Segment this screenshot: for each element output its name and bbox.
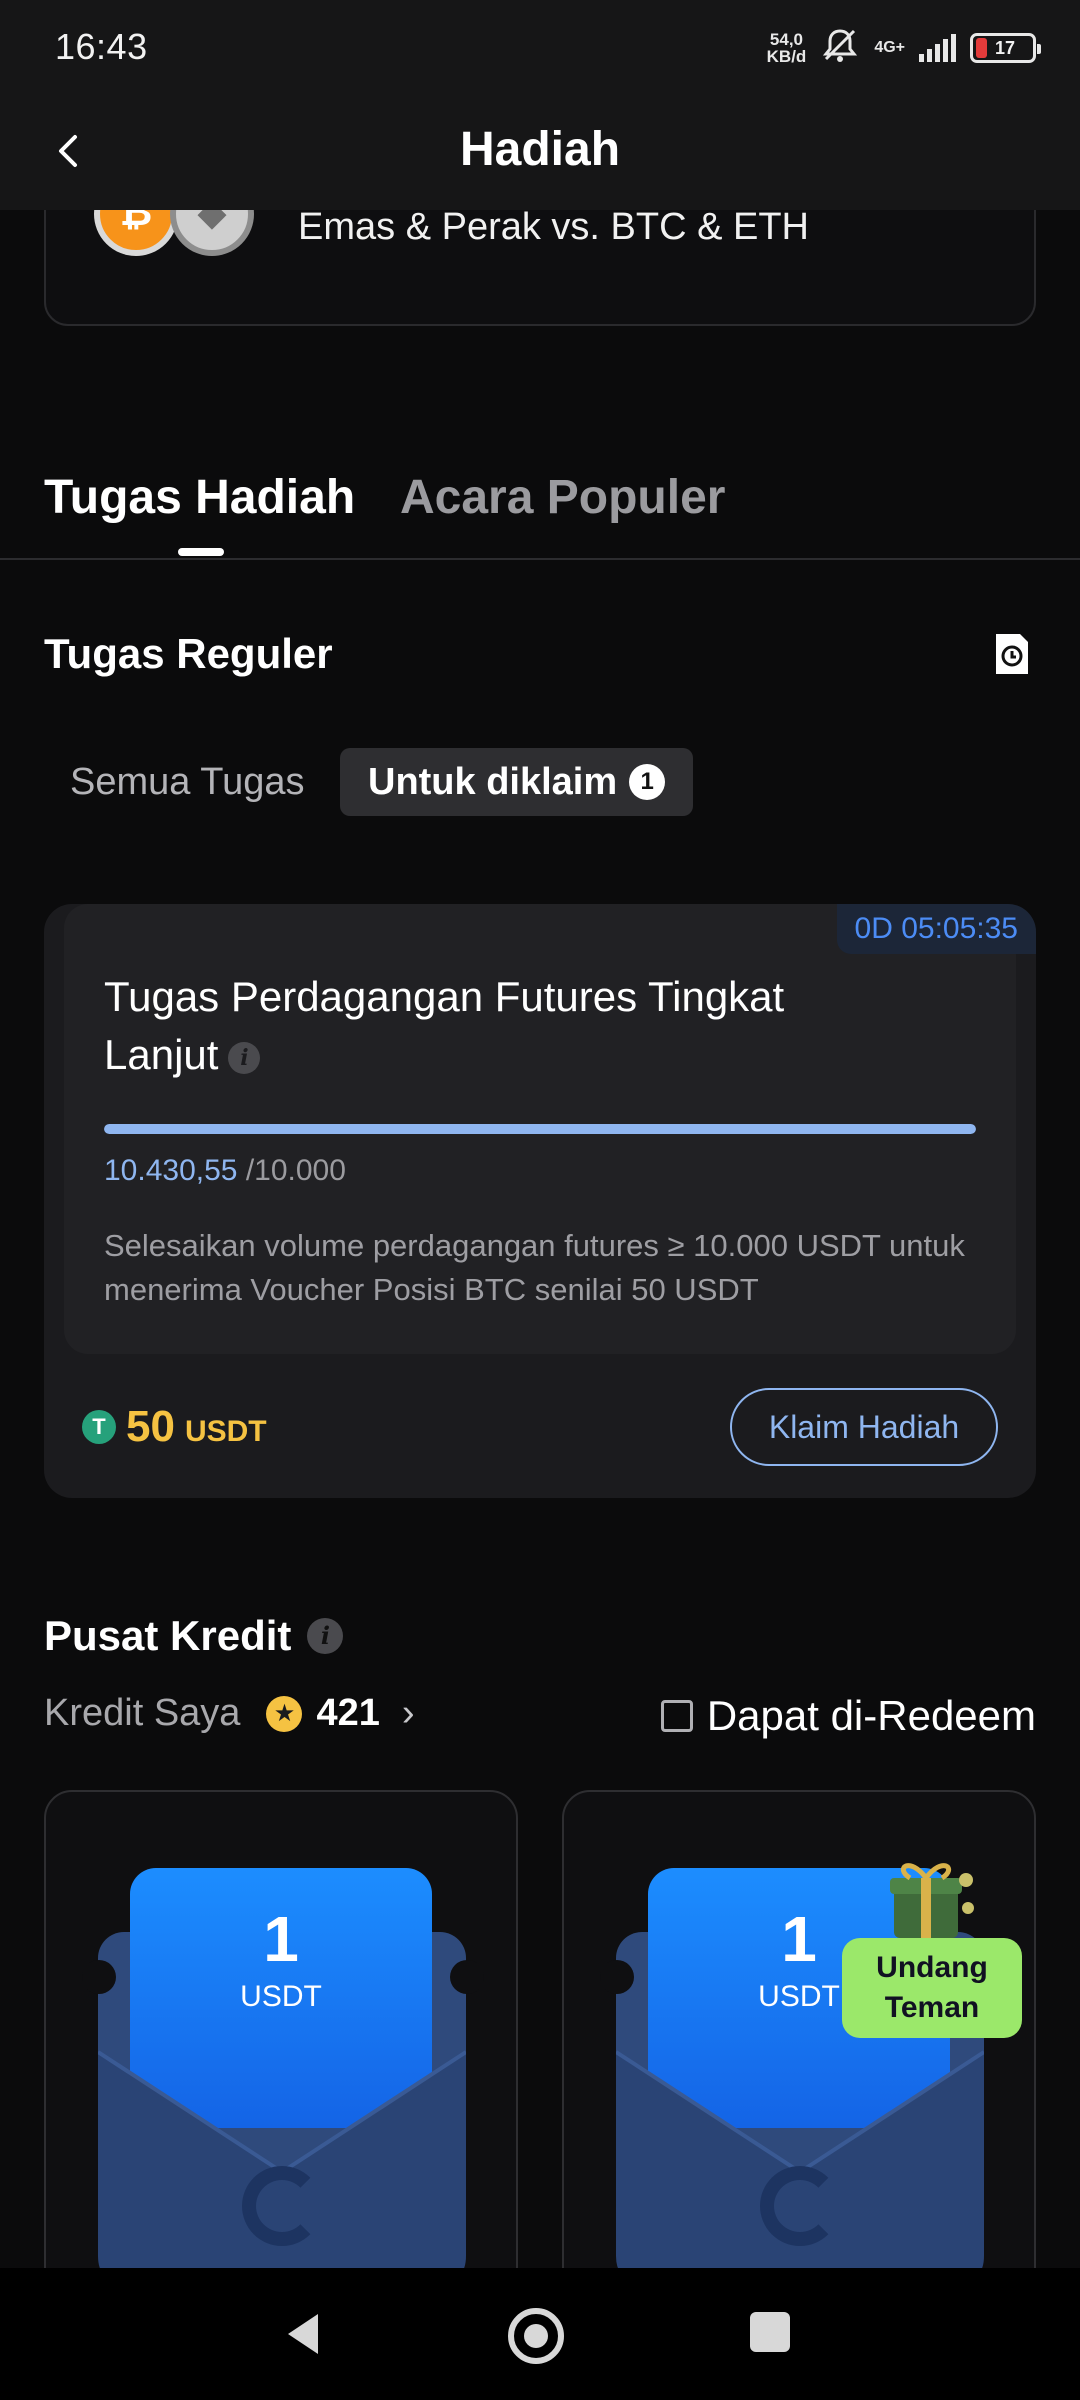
task-description: Selesaikan volume perdagangan futures ≥ … bbox=[104, 1228, 965, 1307]
task-card: Tugas Perdagangan Futures Tingkat Lanjut… bbox=[44, 904, 1036, 1498]
task-progress-bar bbox=[104, 1124, 976, 1134]
sub-tab-to-claim[interactable]: Untuk diklaim 1 bbox=[340, 748, 694, 816]
progress-target: /10.000 bbox=[245, 1154, 346, 1187]
chevron-right-icon: › bbox=[401, 1692, 415, 1734]
voucher-card[interactable]: 1 USDT bbox=[44, 1790, 518, 2310]
sub-tab-to-claim-label: Untuk diklaim bbox=[368, 761, 618, 803]
nav-home-icon[interactable] bbox=[508, 2308, 564, 2364]
voucher-amount: 1 bbox=[263, 1903, 299, 1975]
app-header: Hadiah bbox=[0, 96, 1080, 210]
active-tab-indicator bbox=[178, 548, 224, 556]
brand-logo-icon bbox=[242, 2166, 322, 2246]
system-nav-bar bbox=[0, 2268, 1080, 2400]
reward-amount: 50 bbox=[126, 1402, 175, 1451]
my-credit-value: 421 bbox=[316, 1692, 380, 1734]
promo-card-text: Emas & Perak vs. BTC & ETH bbox=[298, 206, 809, 248]
my-credit-link[interactable]: Kredit Saya ★ 421 › bbox=[44, 1692, 415, 1735]
nav-back-icon[interactable] bbox=[278, 2308, 330, 2360]
my-credit-label: Kredit Saya bbox=[44, 1692, 241, 1734]
claim-reward-button[interactable]: Klaim Hadiah bbox=[730, 1388, 998, 1466]
task-title: Tugas Perdagangan Futures Tingkat Lanjut… bbox=[104, 973, 785, 1078]
tab-reward-tasks[interactable]: Tugas Hadiah bbox=[44, 470, 355, 525]
task-progress-fill bbox=[104, 1124, 976, 1134]
page-title: Hadiah bbox=[459, 123, 621, 176]
task-card-body: Tugas Perdagangan Futures Tingkat Lanjut… bbox=[64, 904, 1016, 1354]
status-bar: 16:43 54,0 KB/d 4G+ 17 bbox=[0, 0, 1080, 96]
claim-count-badge: 1 bbox=[629, 764, 666, 800]
history-icon[interactable] bbox=[990, 632, 1034, 676]
task-reward: T 50 USDT bbox=[82, 1402, 267, 1452]
redeemable-checkbox[interactable] bbox=[660, 1700, 693, 1732]
nav-recent-apps-icon[interactable] bbox=[750, 2312, 790, 2352]
network-speed: 54,0 KB/d bbox=[766, 30, 807, 66]
signal-icon bbox=[919, 34, 956, 62]
regular-tasks-title: Tugas Reguler bbox=[44, 630, 333, 677]
redeemable-label: Dapat di-Redeem bbox=[706, 1692, 1036, 1739]
task-progress-text: 10.430,55 /10.000 bbox=[104, 1154, 346, 1188]
gift-icon[interactable] bbox=[880, 1850, 976, 1946]
sub-tab-all-tasks[interactable]: Semua Tugas bbox=[44, 748, 330, 816]
status-time: 16:43 bbox=[55, 26, 148, 67]
tab-popular-events[interactable]: Acara Populer bbox=[400, 470, 725, 525]
info-icon[interactable]: i bbox=[307, 1618, 344, 1654]
reward-unit: USDT bbox=[184, 1415, 267, 1448]
battery-icon: 17 bbox=[970, 33, 1041, 63]
countdown-timer: 0D 05:05:35 bbox=[836, 904, 1036, 954]
info-icon[interactable]: i bbox=[228, 1041, 261, 1074]
main-tabs: Tugas Hadiah Acara Populer bbox=[0, 460, 1080, 560]
redeemable-filter[interactable]: Dapat di-Redeem bbox=[660, 1692, 1036, 1740]
invite-friends-badge[interactable]: Undang Teman bbox=[842, 1938, 1022, 2038]
voucher-unit: USDT bbox=[240, 1980, 322, 2013]
brand-logo-icon bbox=[760, 2166, 840, 2246]
muted-bell-icon bbox=[820, 27, 860, 70]
network-type: 4G+ bbox=[874, 39, 905, 56]
usdt-icon: T bbox=[82, 1410, 116, 1444]
progress-current: 10.430,55 bbox=[104, 1154, 238, 1187]
star-icon: ★ bbox=[266, 1695, 303, 1732]
credit-center-title: Pusat Kredit i bbox=[44, 1612, 344, 1660]
status-icons: 54,0 KB/d 4G+ 17 bbox=[766, 27, 1041, 70]
